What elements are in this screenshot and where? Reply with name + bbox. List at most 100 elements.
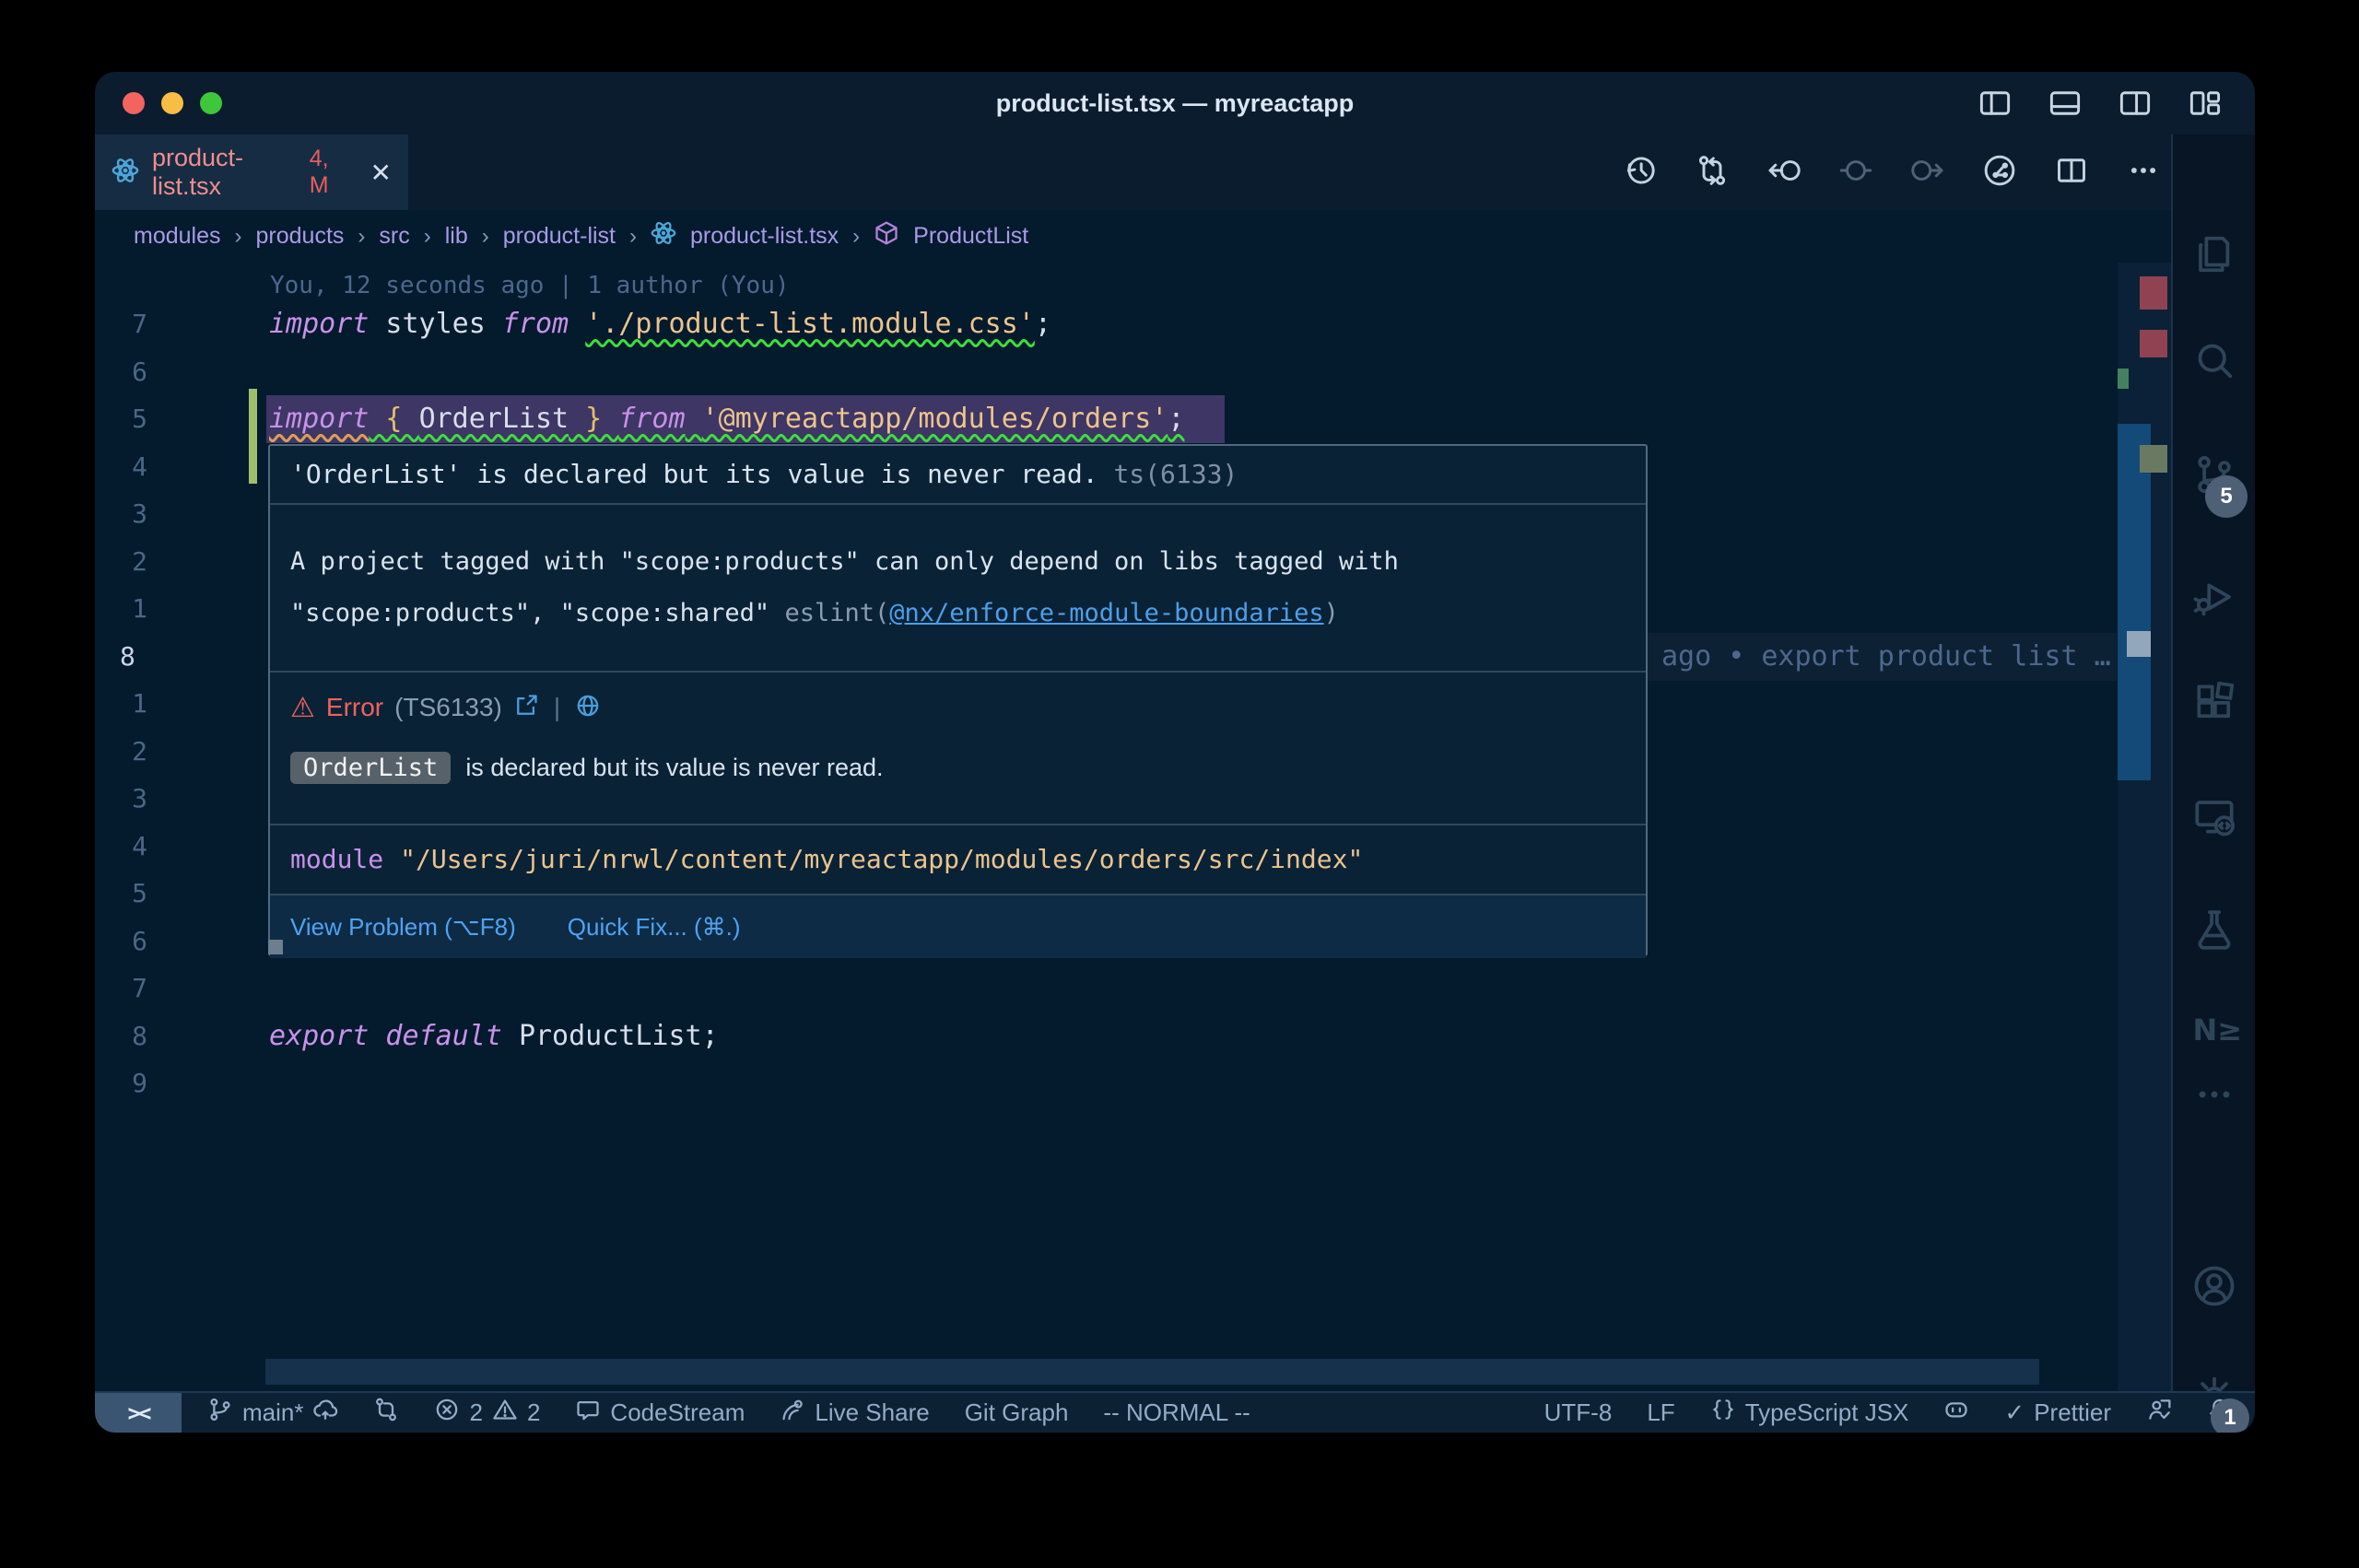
line-number: 1 (95, 585, 147, 633)
tooltip-module-path: module"/Users/juri/nrwl/content/myreacta… (270, 825, 1646, 894)
line-number: 2 (95, 538, 147, 586)
codestream-label: CodeStream (610, 1398, 745, 1427)
liveshare-label: Live Share (815, 1398, 929, 1427)
line-number: 9 (95, 1059, 147, 1107)
more-views-icon[interactable] (2193, 1073, 2236, 1116)
line-number: 7 (95, 300, 147, 348)
line-number: 7 (95, 965, 147, 1012)
eol-item[interactable]: LF (1647, 1398, 1674, 1427)
run-graph-icon[interactable] (1983, 154, 2016, 192)
title-bar: product-list.tsx — myreactapp (95, 72, 2255, 135)
remote-explorer-icon[interactable] (2193, 795, 2236, 837)
language-label: TypeScript JSX (1745, 1398, 1909, 1427)
chevron-right-icon: › (629, 224, 637, 250)
tab-bar: product-list.tsx 4, M ✕ (95, 135, 2173, 211)
gitlens-compare-icon (373, 1397, 399, 1429)
gitlens-inline-blame: ago • export product list … (1661, 633, 2111, 681)
gitgraph-item[interactable]: Git Graph (965, 1398, 1069, 1427)
customize-layout-icon[interactable] (2189, 87, 2222, 124)
extensions-icon[interactable] (2193, 681, 2236, 723)
breadcrumb-item[interactable]: modules (134, 223, 221, 250)
line-number: 5 (95, 395, 147, 443)
git-branch-item[interactable]: main* (207, 1397, 338, 1429)
toggle-panel-left-icon[interactable] (1978, 87, 2012, 124)
breadcrumb-item[interactable]: product-list (503, 223, 616, 250)
eslint-rule-link[interactable]: @nx/enforce-module-boundaries (889, 599, 1323, 627)
horizontal-scrollbar[interactable] (265, 1359, 2039, 1385)
encoding-item[interactable]: UTF-8 (1544, 1398, 1613, 1427)
account-icon[interactable] (2193, 1265, 2236, 1307)
error-circle-icon (434, 1397, 460, 1429)
chevron-right-icon: › (852, 224, 860, 250)
settings-badge: 1 (2211, 1398, 2249, 1433)
error-description: is declared but its value is never read. (465, 754, 883, 782)
remote-window-indicator[interactable]: >< (95, 1393, 182, 1433)
problems-item[interactable]: 2 2 (434, 1397, 540, 1429)
nav-back-icon[interactable] (1767, 154, 1801, 192)
view-problem-link[interactable]: View Problem (⌥F8) (290, 913, 516, 942)
tab-filename: product-list.tsx (152, 144, 297, 201)
tooltip-error-section: ⚠ Error (TS6133) | OrderList is declared… (270, 673, 1646, 824)
code-line-import-orderlist: import { OrderList } from '@myreactapp/m… (269, 395, 1184, 443)
warning-count: 2 (527, 1398, 540, 1427)
test-beaker-icon[interactable] (2193, 907, 2236, 950)
cloud-upload-icon (312, 1397, 338, 1429)
vim-mode-indicator[interactable]: -- NORMAL -- (1103, 1398, 1250, 1427)
warning-icon: ⚠ (290, 692, 315, 724)
liveshare-icon (780, 1397, 805, 1429)
breadcrumb-item[interactable]: src (379, 223, 409, 250)
codestream-item[interactable]: CodeStream (575, 1397, 745, 1429)
nav-forward-icon[interactable] (1911, 154, 1944, 192)
git-added-gutter-bar (249, 389, 257, 484)
breadcrumb-symbol[interactable]: ProductList (913, 223, 1028, 250)
gitlens-blame-annotation: You, 12 seconds ago | 1 author (You) (270, 270, 790, 301)
overview-ruler[interactable] (2118, 263, 2173, 1391)
branch-name: main* (242, 1398, 303, 1427)
liveshare-item[interactable]: Live Share (780, 1397, 929, 1429)
breadcrumb-file[interactable]: product-list.tsx (690, 223, 839, 250)
tab-product-list[interactable]: product-list.tsx 4, M ✕ (95, 135, 408, 210)
copilot-item[interactable] (1943, 1397, 1969, 1429)
check-icon: ✓ (2004, 1398, 2025, 1427)
warning-triangle-icon (492, 1397, 518, 1429)
feedback-item[interactable] (2146, 1397, 2172, 1429)
language-item[interactable]: TypeScript JSX (1710, 1397, 1909, 1429)
chevron-right-icon: › (482, 224, 489, 250)
tooltip-eslint-message: A project tagged with "scope:products" c… (270, 505, 1646, 671)
globe-icon[interactable] (575, 693, 601, 723)
code-editor[interactable]: 7 6 5 4 3 2 1 8 1 2 3 4 5 6 7 8 9 You, 1… (95, 263, 2173, 1391)
scrollbar-slider[interactable] (2118, 424, 2151, 780)
activity-bar: 5 N≥ 1 (2171, 135, 2255, 1391)
braces-icon (1710, 1397, 1736, 1429)
prettier-item[interactable]: ✓ Prettier (2004, 1398, 2111, 1427)
split-editor-icon[interactable] (2055, 154, 2088, 192)
debug-icon[interactable] (2193, 576, 2236, 618)
copilot-icon (1943, 1397, 1969, 1429)
toggle-panel-right-icon[interactable] (2118, 87, 2152, 124)
files-icon[interactable] (2193, 233, 2236, 275)
tab-close-icon[interactable]: ✕ (370, 158, 392, 188)
problem-hover-tooltip: 'OrderList' is declared but its value is… (268, 444, 1648, 956)
tooltip-resize-handle[interactable] (268, 940, 283, 954)
error-label: Error (326, 693, 383, 722)
error-count: 2 (469, 1398, 482, 1427)
git-added-mark (2118, 369, 2129, 389)
code-line-export-default: export default ProductList; (269, 1012, 719, 1060)
symbol-chip: OrderList (290, 752, 451, 784)
external-link-icon[interactable] (513, 693, 539, 723)
nav-position-icon[interactable] (1839, 154, 1872, 192)
quick-fix-link[interactable]: Quick Fix... (⌘.) (568, 913, 741, 942)
more-actions-icon[interactable] (2127, 154, 2160, 192)
toggle-panel-bottom-icon[interactable] (2048, 87, 2082, 124)
chevron-right-icon: › (235, 224, 242, 250)
gitlens-compare-item[interactable] (373, 1397, 399, 1429)
chevron-right-icon: › (358, 224, 365, 250)
breadcrumb-item[interactable]: lib (445, 223, 468, 250)
nx-console-icon[interactable]: N≥ (2193, 1009, 2236, 1051)
breadcrumb-item[interactable]: products (256, 223, 345, 250)
git-compare-icon[interactable] (1696, 154, 1729, 192)
editor-group: modules › products › src › lib › product… (95, 210, 2173, 1391)
search-icon[interactable] (2193, 339, 2236, 381)
timeline-history-icon[interactable] (1624, 154, 1657, 192)
react-icon (111, 157, 139, 189)
